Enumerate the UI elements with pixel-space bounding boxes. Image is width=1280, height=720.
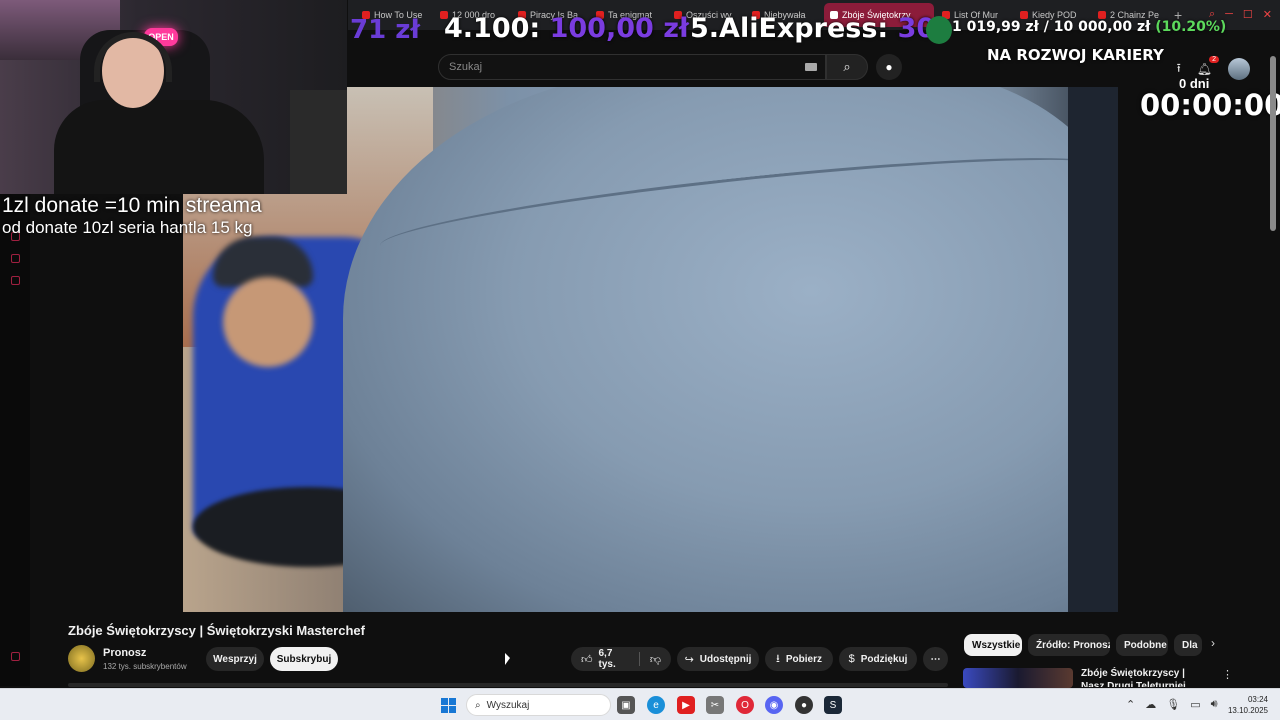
goal-progress-text: 1 019,99 zł / 10 000,00 zł [952, 19, 1151, 35]
like-icon[interactable]: 👍︎ [581, 653, 593, 666]
overlay-goal-progress: 1 019,99 zł / 10 000,00 zł (10.20%) [952, 19, 1226, 35]
thanks-icon: $ [848, 653, 855, 665]
mouse-cursor-icon [505, 653, 510, 665]
microphone-icon[interactable]: 🎙︎ [1166, 698, 1180, 711]
download-label: Pobierz [785, 653, 822, 665]
goal-4-label: 4.100: [444, 13, 541, 44]
edge-icon[interactable]: e [647, 696, 665, 714]
channel-subscribers: 132 tys. subskrybentów [103, 662, 187, 671]
notification-badge: 2 [1209, 56, 1219, 63]
donation-goals-ticker: 71 zł 4.100: 100,00 zł 5.AliExpress: 30 … [348, 8, 1280, 45]
chevron-up-icon[interactable]: ⌃ [1126, 698, 1135, 711]
more-actions-button[interactable]: ⋯ [923, 647, 948, 671]
snipping-tool-icon[interactable]: ✂ [706, 696, 724, 714]
account-avatar[interactable] [1228, 58, 1250, 80]
webcam-feed: OPEN [0, 0, 347, 194]
download-button[interactable]: ⭳ Pobierz [765, 647, 833, 671]
download-icon: ⭳ [776, 652, 780, 665]
cloud-icon[interactable]: ☁ [1145, 698, 1156, 711]
opera-icon[interactable]: O [736, 696, 754, 714]
overlay-timer: 00:00:00 [1140, 88, 1280, 122]
clock-date: 13.10.2025 [1227, 706, 1268, 715]
discord-icon[interactable]: ◉ [765, 696, 783, 714]
voice-search-button[interactable]: ● [876, 54, 902, 80]
panel-icon[interactable] [11, 276, 20, 285]
divider [638, 652, 640, 666]
overlay-donate-rule-1: 1zl donate =10 min streama [2, 194, 262, 217]
like-dislike-group: 👍︎ 6,7 tys. 👎︎ [571, 647, 671, 671]
chip-source[interactable]: Źródło: Pronosz [1028, 634, 1110, 656]
overlay-goal-5: 5.AliExpress: 30 [690, 13, 935, 44]
video-title: Zbóje Świętokrzyscy | Świętokrzyski Mast… [68, 623, 365, 638]
video-person-face [223, 277, 313, 367]
thanks-label: Podziękuj [860, 653, 908, 665]
task-view-icon[interactable]: ▣ [617, 696, 635, 714]
channel-avatar[interactable] [68, 645, 95, 672]
search-placeholder: Szukaj [449, 61, 483, 73]
screen: How To Use 12 000 dro Piracy Is Ba Ta en… [0, 0, 1280, 720]
goal-5-label: 5.AliExpress: [690, 13, 889, 44]
notifications-button[interactable]: 🔔︎ 2 [1196, 56, 1219, 76]
recommended-thumbnail[interactable] [963, 668, 1073, 688]
thanks-button[interactable]: $ Podziękuj [839, 647, 917, 671]
keyboard-icon[interactable] [805, 63, 817, 71]
overlay-amount: 71 zł [350, 15, 421, 45]
chevron-right-icon[interactable]: › [1211, 636, 1215, 650]
webcam-desk-items [290, 90, 347, 194]
taskbar-search[interactable]: ⌕ Wyszukaj [466, 694, 611, 716]
steam-icon[interactable]: S [824, 696, 842, 714]
description-box[interactable] [68, 683, 948, 687]
panel-icon[interactable] [11, 254, 20, 263]
goal-progress-orb [926, 16, 952, 44]
overlay-donate-rule-2: od donate 10zl seria hantla 15 kg [2, 218, 253, 237]
chip-all[interactable]: Wszystkie [964, 634, 1022, 656]
chip-for-you[interactable]: Dla [1174, 634, 1202, 656]
share-icon: ↪ [684, 653, 694, 666]
subscribe-button[interactable]: Subskrybuj [270, 647, 338, 671]
display-icon[interactable]: ▭ [1190, 698, 1200, 711]
windows-start-icon[interactable] [441, 698, 456, 713]
goal-progress-pct: (10.20%) [1155, 19, 1227, 35]
search-button[interactable]: ⌕ [826, 54, 868, 80]
chip-similar[interactable]: Podobne [1116, 634, 1168, 656]
goal-4-value: 100,00 zł [549, 13, 689, 44]
channel-name[interactable]: Pronosz [103, 647, 146, 659]
panel-icon[interactable] [11, 652, 20, 661]
webcam-streamer-body [54, 100, 264, 194]
video-dark-edge [1068, 87, 1118, 612]
recommended-title[interactable]: Zbóje Świętokrzyscy | Nasz Drugi Teletur… [1081, 667, 1211, 687]
like-count[interactable]: 6,7 tys. [599, 648, 629, 670]
windows-taskbar: ⌕ Wyszukaj ▣ e ▶ ✂ O ◉ ● S ⌃ ☁ 🎙︎ ▭ 🔊︎ 03… [0, 688, 1280, 720]
left-side-panel [0, 194, 30, 686]
share-label: Udostępnij [699, 653, 752, 665]
kebab-menu-icon[interactable]: ⋮ [1222, 668, 1233, 681]
share-button[interactable]: ↪ Udostępnij [677, 647, 759, 671]
overlay-goal-4: 4.100: 100,00 zł [444, 13, 689, 44]
microphone-icon: ● [885, 60, 893, 74]
scrollbar-thumb[interactable] [1270, 56, 1276, 231]
youtube-app-icon[interactable]: ▶ [677, 696, 695, 714]
volume-icon[interactable]: 🔊︎ [1211, 698, 1218, 711]
bell-icon: 🔔︎ [1196, 62, 1212, 76]
obs-icon[interactable]: ● [795, 696, 813, 714]
search-icon: ⌕ [843, 59, 851, 74]
support-button[interactable]: Wesprzyj [206, 647, 264, 671]
search-icon: ⌕ [475, 699, 481, 711]
overlay-career-goal: NA ROZWOJ KARIERY [987, 46, 1164, 64]
clock-time: 03:24 [1247, 695, 1268, 704]
taskbar-search-placeholder: Wyszukaj [486, 699, 530, 711]
taskbar-clock[interactable]: 03:24 13.10.2025 [1226, 694, 1268, 716]
search-input[interactable]: Szukaj [438, 54, 826, 80]
dislike-icon[interactable]: 👎︎ [650, 653, 661, 666]
system-tray: ⌃ ☁ 🎙︎ ▭ 🔊︎ [1126, 698, 1218, 711]
